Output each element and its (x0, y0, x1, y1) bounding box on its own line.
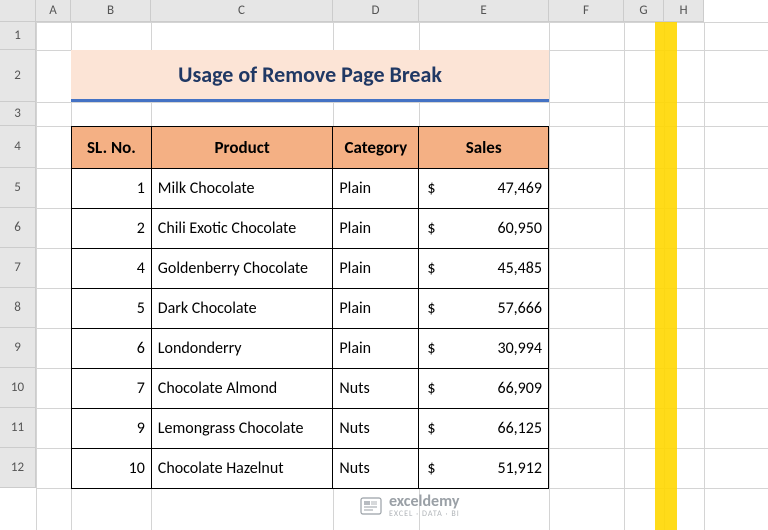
sales-value: 47,469 (497, 179, 542, 198)
sales-value: 66,909 (497, 379, 542, 398)
column-header-H[interactable]: H (664, 0, 704, 22)
cell-product[interactable]: Chili Exotic Chocolate (151, 209, 333, 249)
cell-product[interactable]: Chocolate Almond (151, 369, 333, 409)
cell-sales[interactable]: $57,666 (419, 289, 549, 329)
cell-sales[interactable]: $47,469 (419, 169, 549, 209)
cell-sl[interactable]: 9 (72, 409, 152, 449)
row-header-9[interactable]: 9 (0, 328, 36, 368)
cell-sl[interactable]: 4 (72, 249, 152, 289)
currency-symbol: $ (427, 379, 435, 398)
table-row: 10Chocolate HazelnutNuts$51,912 (72, 449, 549, 489)
table-header-row: SL. No. Product Category Sales (72, 127, 549, 169)
row-header-7[interactable]: 7 (0, 248, 36, 288)
currency-symbol: $ (427, 339, 435, 358)
watermark-text: exceldemy EXCEL · DATA · BI (389, 494, 460, 518)
cell-sales[interactable]: $45,485 (419, 249, 549, 289)
title-text: Usage of Remove Page Break (178, 61, 442, 88)
cell-sl[interactable]: 2 (72, 209, 152, 249)
row-header-6[interactable]: 6 (0, 208, 36, 248)
column-header-G[interactable]: G (624, 0, 664, 22)
row-header-5[interactable]: 5 (0, 168, 36, 208)
column-header-A[interactable]: A (36, 0, 71, 22)
cell-category[interactable]: Plain (333, 289, 419, 329)
page-break-highlight (655, 22, 677, 530)
currency-symbol: $ (427, 219, 435, 238)
cell-product[interactable]: Chocolate Hazelnut (151, 449, 333, 489)
currency-symbol: $ (427, 419, 435, 438)
column-header-F[interactable]: F (549, 0, 624, 22)
cell-category[interactable]: Plain (333, 329, 419, 369)
column-header-E[interactable]: E (419, 0, 549, 22)
cell-sales[interactable]: $66,909 (419, 369, 549, 409)
row-headers: 123456789101112 (0, 22, 36, 488)
gridline-v (704, 22, 705, 530)
watermark: exceldemy EXCEL · DATA · BI (359, 494, 460, 518)
select-all-corner[interactable] (0, 0, 36, 22)
spreadsheet: ABCDEFGH 123456789101112 Usage of Remove… (0, 0, 768, 530)
header-sales[interactable]: Sales (419, 127, 549, 169)
row-header-8[interactable]: 8 (0, 288, 36, 328)
gridline-v (36, 22, 37, 530)
cell-category[interactable]: Nuts (333, 409, 419, 449)
cell-product[interactable]: Goldenberry Chocolate (151, 249, 333, 289)
table-row: 2Chili Exotic ChocolatePlain$60,950 (72, 209, 549, 249)
sales-value: 30,994 (497, 339, 542, 358)
cell-product[interactable]: Lemongrass Chocolate (151, 409, 333, 449)
currency-symbol: $ (427, 459, 435, 478)
sales-value: 45,485 (497, 259, 542, 278)
data-table: SL. No. Product Category Sales 1Milk Cho… (71, 126, 549, 489)
currency-symbol: $ (427, 179, 435, 198)
row-header-10[interactable]: 10 (0, 368, 36, 408)
column-header-B[interactable]: B (71, 0, 151, 22)
cell-sl[interactable]: 10 (72, 449, 152, 489)
header-product[interactable]: Product (151, 127, 333, 169)
table-row: 5Dark ChocolatePlain$57,666 (72, 289, 549, 329)
watermark-tag: EXCEL · DATA · BI (389, 510, 460, 518)
cell-product[interactable]: Milk Chocolate (151, 169, 333, 209)
row-header-11[interactable]: 11 (0, 408, 36, 448)
cell-product[interactable]: Londonderry (151, 329, 333, 369)
cell-sl[interactable]: 1 (72, 169, 152, 209)
watermark-brand: exceldemy (389, 494, 460, 510)
cell-category[interactable]: Plain (333, 209, 419, 249)
column-header-C[interactable]: C (151, 0, 333, 22)
table-row: 7Chocolate AlmondNuts$66,909 (72, 369, 549, 409)
header-category[interactable]: Category (333, 127, 419, 169)
cell-product[interactable]: Dark Chocolate (151, 289, 333, 329)
currency-symbol: $ (427, 299, 435, 318)
row-header-4[interactable]: 4 (0, 126, 36, 168)
sales-value: 51,912 (497, 459, 542, 478)
cell-sales[interactable]: $30,994 (419, 329, 549, 369)
sales-value: 57,666 (497, 299, 542, 318)
cell-category[interactable]: Nuts (333, 449, 419, 489)
cell-sl[interactable]: 6 (72, 329, 152, 369)
column-header-D[interactable]: D (333, 0, 419, 22)
row-header-1[interactable]: 1 (0, 22, 36, 50)
cell-sales[interactable]: $51,912 (419, 449, 549, 489)
cell-category[interactable]: Nuts (333, 369, 419, 409)
column-headers: ABCDEFGH (36, 0, 704, 22)
cell-sl[interactable]: 7 (72, 369, 152, 409)
cell-category[interactable]: Plain (333, 249, 419, 289)
title-cell: Usage of Remove Page Break (71, 50, 549, 102)
currency-symbol: $ (427, 259, 435, 278)
cell-category[interactable]: Plain (333, 169, 419, 209)
watermark-icon (359, 496, 383, 516)
table-row: 6LondonderryPlain$30,994 (72, 329, 549, 369)
row-header-3[interactable]: 3 (0, 102, 36, 126)
row-header-12[interactable]: 12 (0, 448, 36, 488)
cell-sales[interactable]: $60,950 (419, 209, 549, 249)
gridline-v (549, 22, 550, 530)
table-row: 4Goldenberry ChocolatePlain$45,485 (72, 249, 549, 289)
cell-sl[interactable]: 5 (72, 289, 152, 329)
cell-sales[interactable]: $66,125 (419, 409, 549, 449)
header-sl[interactable]: SL. No. (72, 127, 152, 169)
gridline-v (624, 22, 625, 530)
table-row: 1Milk ChocolatePlain$47,469 (72, 169, 549, 209)
grid-area[interactable]: Usage of Remove Page Break SL. No. Produ… (36, 22, 768, 530)
sales-value: 60,950 (497, 219, 542, 238)
table-row: 9Lemongrass ChocolateNuts$66,125 (72, 409, 549, 449)
sales-value: 66,125 (497, 419, 542, 438)
row-header-2[interactable]: 2 (0, 50, 36, 102)
